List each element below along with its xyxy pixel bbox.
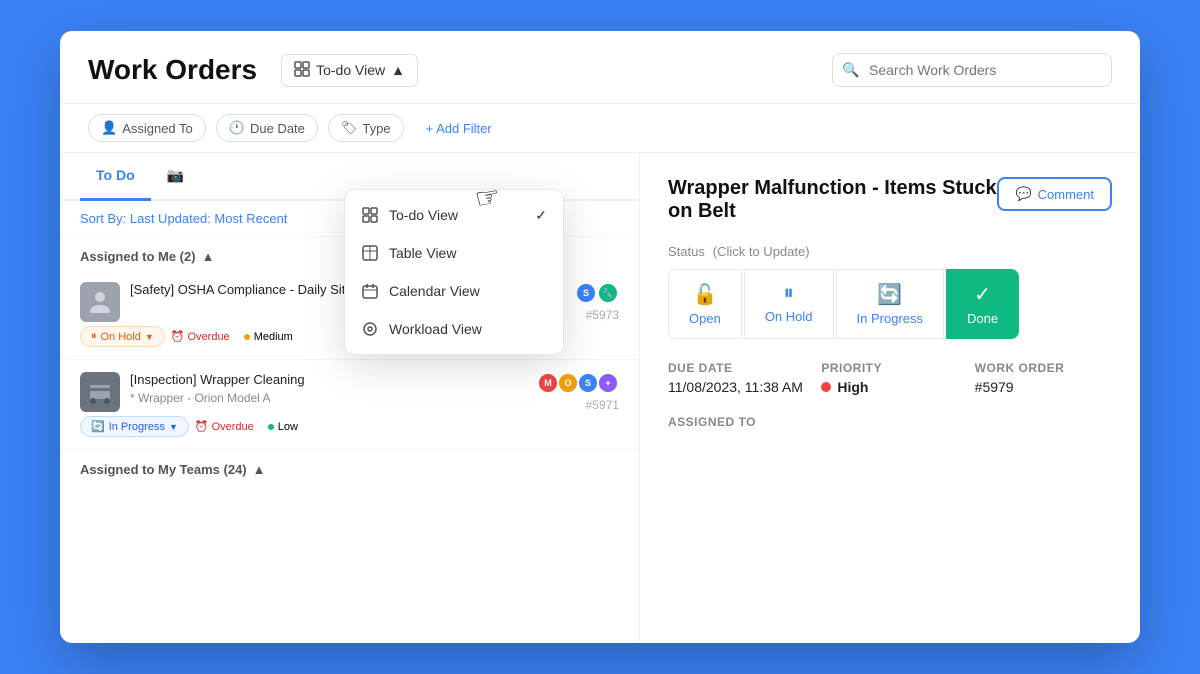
status-done-button[interactable]: ✓ Done xyxy=(946,269,1019,339)
work-order-item: Work Order #5979 xyxy=(975,361,1112,395)
status-section: Status (Click to Update) 🔓 Open ⏸ On Hol… xyxy=(668,243,1112,339)
work-order-item[interactable]: [Inspection] Wrapper Cleaning * Wrapper … xyxy=(60,360,639,450)
due-date-item: Due Date 11/08/2023, 11:38 AM xyxy=(668,361,805,395)
status-label: Status (Click to Update) xyxy=(668,243,1112,259)
priority-badge: Medium xyxy=(236,326,301,347)
mini-avatar: M xyxy=(537,372,559,394)
tag-icon: 🏷 xyxy=(341,120,358,136)
progress-icon: 🔄 xyxy=(877,282,902,307)
clock-icon: 🕐 xyxy=(229,120,245,136)
mini-avatar: S xyxy=(577,372,599,394)
priority-dot-icon xyxy=(821,382,831,392)
view-toggle-button[interactable]: To-do View ▲ xyxy=(281,54,418,87)
search-input[interactable] xyxy=(832,53,1112,87)
add-filter-button[interactable]: + Add Filter xyxy=(414,116,504,141)
tab-camera[interactable]: 📷 xyxy=(151,153,200,201)
clock-icon: ⏰ xyxy=(195,420,209,433)
clock-icon: ⏰ xyxy=(171,330,185,343)
status-in-progress-button[interactable]: 🔄 In Progress xyxy=(836,269,944,339)
check-icon: ✓ xyxy=(535,207,547,224)
priority-badge: Low xyxy=(260,416,306,437)
mini-avatar: 🔧 xyxy=(597,282,619,304)
filter-chip-assigned-to[interactable]: 👤 Assigned To xyxy=(88,114,206,142)
avatar xyxy=(80,282,120,322)
main-content: To Do 📷 Sort By: Last Updated: Most Rece… xyxy=(60,153,1140,643)
app-window: Work Orders To-do View ▲ 🔍 👤 Assigned To xyxy=(60,31,1140,643)
status-open-button[interactable]: 🔓 Open xyxy=(668,269,742,339)
filters-bar: 👤 Assigned To 🕐 Due Date 🏷 Type + Add Fi… xyxy=(60,104,1140,153)
search-wrapper: 🔍 xyxy=(832,53,1112,87)
workload-icon xyxy=(361,320,379,338)
filter-chip-due-date[interactable]: 🕐 Due Date xyxy=(216,114,318,142)
mini-avatar: O xyxy=(557,372,579,394)
check-icon: ✓ xyxy=(974,282,991,307)
wo-number: S 🔧 #5973 xyxy=(575,282,619,322)
status-badge[interactable]: ⏸ On Hold ▼ xyxy=(80,326,165,347)
chevron-up-icon: ▲ xyxy=(202,249,215,264)
grid-icon xyxy=(294,61,310,80)
grid-icon xyxy=(361,206,379,224)
overdue-badge: ⏰ Overdue xyxy=(195,416,254,437)
chevron-down-icon: ▼ xyxy=(169,422,178,432)
header: Work Orders To-do View ▲ 🔍 xyxy=(60,31,1140,104)
details-grid: Due Date 11/08/2023, 11:38 AM Priority H… xyxy=(668,361,1112,395)
pause-icon: ⏸ xyxy=(784,282,794,305)
dropdown-item-calendar-view[interactable]: Calendar View xyxy=(345,272,563,310)
right-panel: Wrapper Malfunction - Items Stuck on Bel… xyxy=(640,153,1140,643)
mini-avatar: S xyxy=(575,282,597,304)
avatar xyxy=(80,372,120,412)
chevron-up-icon: ▲ xyxy=(253,462,266,477)
detail-header: Wrapper Malfunction - Items Stuck on Bel… xyxy=(668,177,1112,223)
chevron-up-icon: ▲ xyxy=(391,62,405,78)
priority-dot-icon xyxy=(244,331,250,343)
view-dropdown: To-do View ✓ Table View xyxy=(344,189,564,355)
mini-avatar: + xyxy=(597,372,619,394)
comment-button[interactable]: 💬 Comment xyxy=(997,177,1112,211)
dropdown-item-table-view[interactable]: Table View xyxy=(345,234,563,272)
priority-item: Priority High xyxy=(821,361,958,395)
wo-number: M O S + #5971 xyxy=(537,372,619,412)
wo-badges: 🔄 In Progress ▼ ⏰ Overdue Low xyxy=(80,416,619,437)
chevron-down-icon: ▼ xyxy=(145,332,154,342)
filter-chip-type[interactable]: 🏷 Type xyxy=(328,114,404,142)
detail-title: Wrapper Malfunction - Items Stuck on Bel… xyxy=(668,177,997,223)
overdue-badge: ⏰ Overdue xyxy=(171,326,230,347)
view-toggle-label: To-do View xyxy=(316,62,385,78)
priority-dot-icon xyxy=(268,421,274,433)
status-badge[interactable]: 🔄 In Progress ▼ xyxy=(80,416,189,437)
page-title: Work Orders xyxy=(88,54,257,86)
dropdown-item-workload-view[interactable]: Workload View xyxy=(345,310,563,348)
table-icon xyxy=(361,244,379,262)
camera-icon: 📷 xyxy=(167,167,184,183)
wo-info: [Inspection] Wrapper Cleaning * Wrapper … xyxy=(130,372,527,405)
status-buttons: 🔓 Open ⏸ On Hold 🔄 In Progress ✓ Done xyxy=(668,269,1112,339)
calendar-icon xyxy=(361,282,379,300)
open-lock-icon: 🔓 xyxy=(692,282,717,307)
dropdown-item-todo-view[interactable]: To-do View ✓ xyxy=(345,196,563,234)
search-icon: 🔍 xyxy=(842,62,859,79)
section-assigned-to-teams[interactable]: Assigned to My Teams (24) ▲ xyxy=(60,450,639,483)
refresh-icon: 🔄 xyxy=(91,420,105,433)
comment-icon: 💬 xyxy=(1015,186,1031,202)
priority-value: High xyxy=(821,379,958,395)
clock-icon: ⏸ xyxy=(91,330,97,343)
person-icon: 👤 xyxy=(101,120,117,136)
tab-todo[interactable]: To Do xyxy=(80,153,151,201)
status-on-hold-button[interactable]: ⏸ On Hold xyxy=(744,269,834,339)
assigned-to-section: Assigned To xyxy=(668,415,1112,429)
